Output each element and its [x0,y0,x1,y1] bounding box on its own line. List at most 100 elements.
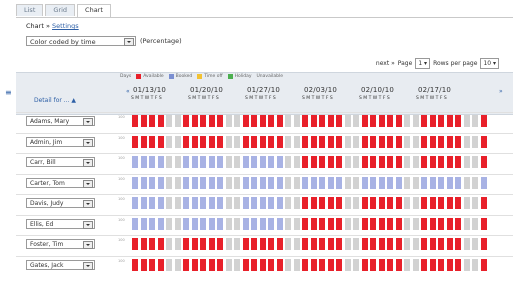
day-bar[interactable] [140,135,147,148]
day-bar[interactable] [200,238,207,250]
day-bar[interactable] [234,115,241,127]
day-bar[interactable] [259,217,266,230]
day-bar[interactable] [319,238,326,250]
day-bar[interactable] [378,156,385,168]
day-bar[interactable] [412,156,419,168]
day-bar[interactable] [251,115,258,127]
day-bar[interactable] [463,258,470,271]
day-bar[interactable] [463,238,470,250]
day-bar[interactable] [166,217,173,230]
day-bar[interactable] [242,135,249,148]
person-select[interactable]: Davis, Judy [26,198,95,208]
day-bar[interactable] [251,238,258,250]
day-bar[interactable] [217,197,224,209]
day-bar[interactable] [438,156,445,168]
day-bar[interactable] [149,217,156,230]
day-bar[interactable] [480,197,487,209]
day-bar[interactable] [480,156,487,168]
day-bar[interactable] [302,115,309,127]
day-bar[interactable] [157,135,164,148]
day-bar[interactable] [251,135,258,148]
day-bar[interactable] [293,115,300,127]
day-bar[interactable] [157,197,164,209]
rows-per-page-select[interactable]: 10 ▾ [480,58,499,69]
day-bar[interactable] [217,135,224,148]
day-bar[interactable] [225,115,232,127]
day-bar[interactable] [310,115,317,127]
day-bar[interactable] [378,135,385,148]
day-bar[interactable] [251,156,258,168]
day-bar[interactable] [310,176,317,189]
day-bar[interactable] [208,156,215,168]
day-bar[interactable] [455,217,462,230]
day-bar[interactable] [225,156,232,168]
chevron-down-icon[interactable] [83,220,93,229]
day-bar[interactable] [327,156,334,168]
day-bar[interactable] [336,135,343,148]
day-bar[interactable] [353,115,360,127]
day-bar[interactable] [293,217,300,230]
day-bar[interactable] [472,115,479,127]
day-bar[interactable] [174,197,181,209]
day-bar[interactable] [455,238,462,250]
day-bar[interactable] [259,135,266,148]
day-bar[interactable] [378,217,385,230]
day-bar[interactable] [446,135,453,148]
day-bar[interactable] [404,197,411,209]
day-bar[interactable] [327,115,334,127]
day-bar[interactable] [361,176,368,189]
next-week-button[interactable]: » [499,88,503,95]
day-bar[interactable] [140,258,147,271]
day-bar[interactable] [166,258,173,271]
day-bar[interactable] [336,217,343,230]
day-bar[interactable] [446,115,453,127]
day-bar[interactable] [455,156,462,168]
day-bar[interactable] [132,258,139,271]
day-bar[interactable] [149,115,156,127]
tab-chart[interactable]: Chart [77,4,111,17]
day-bar[interactable] [200,156,207,168]
day-bar[interactable] [353,135,360,148]
day-bar[interactable] [225,135,232,148]
day-bar[interactable] [455,258,462,271]
day-bar[interactable] [183,217,190,230]
day-bar[interactable] [387,197,394,209]
day-bar[interactable] [319,156,326,168]
day-bar[interactable] [319,217,326,230]
day-bar[interactable] [438,176,445,189]
day-bar[interactable] [149,197,156,209]
day-bar[interactable] [387,238,394,250]
day-bar[interactable] [480,217,487,230]
day-bar[interactable] [140,176,147,189]
day-bar[interactable] [276,217,283,230]
day-bar[interactable] [336,258,343,271]
day-bar[interactable] [174,258,181,271]
day-bar[interactable] [259,258,266,271]
day-bar[interactable] [480,135,487,148]
day-bar[interactable] [472,176,479,189]
day-bar[interactable] [166,115,173,127]
day-bar[interactable] [387,217,394,230]
day-bar[interactable] [132,217,139,230]
day-bar[interactable] [157,217,164,230]
day-bar[interactable] [234,258,241,271]
day-bar[interactable] [200,135,207,148]
day-bar[interactable] [132,176,139,189]
day-bar[interactable] [191,258,198,271]
day-bar[interactable] [404,238,411,250]
chevron-down-icon[interactable] [83,241,93,249]
day-bar[interactable] [412,115,419,127]
day-bar[interactable] [310,217,317,230]
day-bar[interactable] [327,217,334,230]
day-bar[interactable] [174,156,181,168]
day-bar[interactable] [438,217,445,230]
day-bar[interactable] [429,135,436,148]
day-bar[interactable] [140,217,147,230]
day-bar[interactable] [285,238,292,250]
day-bar[interactable] [395,238,402,250]
day-bar[interactable] [234,135,241,148]
day-bar[interactable] [208,197,215,209]
day-bar[interactable] [421,176,428,189]
day-bar[interactable] [463,115,470,127]
day-bar[interactable] [421,238,428,250]
